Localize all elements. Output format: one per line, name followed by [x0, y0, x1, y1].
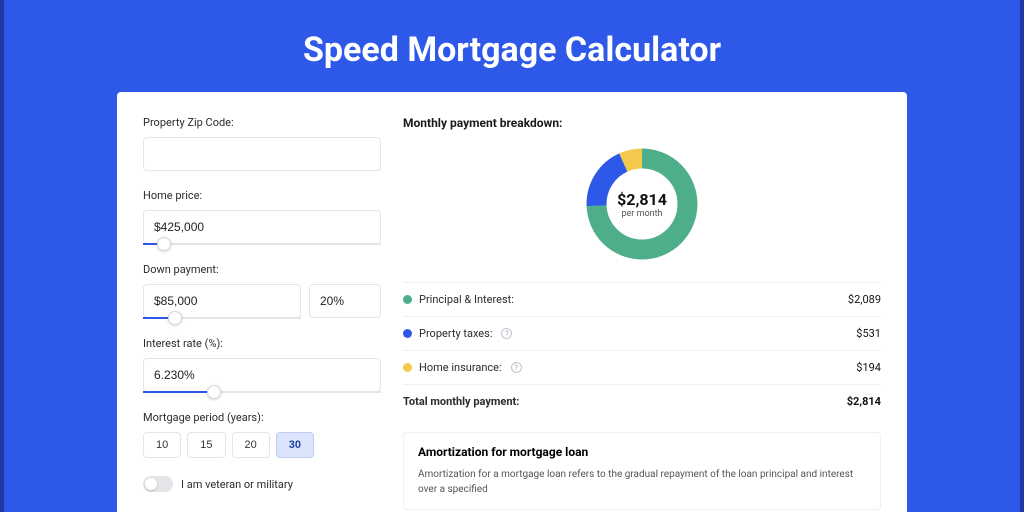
- legend-dot: [403, 329, 412, 338]
- interest-rate-slider-fill: [143, 391, 214, 393]
- down-payment-slider-thumb[interactable]: [168, 311, 182, 325]
- breakdown-panel: Monthly payment breakdown: $2,814 per mo…: [403, 116, 881, 512]
- donut-chart: $2,814 per month: [582, 144, 702, 264]
- period-pill-10[interactable]: 10: [143, 432, 181, 458]
- veteran-label: I am veteran or military: [181, 478, 293, 491]
- interest-rate-label: Interest rate (%):: [143, 337, 381, 350]
- interest-rate-slider[interactable]: [143, 391, 381, 393]
- legend-total-label: Total monthly payment:: [403, 395, 519, 408]
- zip-field: Property Zip Code:: [143, 116, 381, 171]
- zip-input[interactable]: [143, 137, 381, 171]
- legend-label: Property taxes:: [419, 327, 492, 340]
- mortgage-period-field: Mortgage period (years): 1015 2030: [143, 411, 381, 458]
- donut-chart-wrap: $2,814 per month: [403, 138, 881, 276]
- amortization-title: Amortization for mortgage loan: [418, 445, 866, 459]
- interest-rate-slider-thumb[interactable]: [207, 385, 221, 399]
- interest-rate-field: Interest rate (%):: [143, 337, 381, 393]
- period-pill-30[interactable]: 30: [276, 432, 314, 458]
- down-payment-label: Down payment:: [143, 263, 381, 276]
- info-icon[interactable]: ?: [511, 362, 522, 373]
- calculator-card: Property Zip Code: Home price: Down paym…: [117, 92, 907, 512]
- home-price-slider-thumb[interactable]: [157, 237, 171, 251]
- amortization-card: Amortization for mortgage loan Amortizat…: [403, 432, 881, 510]
- legend-value: $2,089: [848, 293, 881, 306]
- legend-value: $194: [856, 361, 881, 374]
- donut-sub: per month: [621, 209, 662, 219]
- legend-dot: [403, 363, 412, 372]
- legend-row: Property taxes:? $531: [403, 317, 881, 351]
- home-price-slider[interactable]: [143, 243, 381, 245]
- legend-label: Principal & Interest:: [419, 293, 514, 306]
- donut-value: $2,814: [617, 190, 667, 209]
- form-panel: Property Zip Code: Home price: Down paym…: [143, 116, 381, 512]
- down-payment-slider[interactable]: [143, 317, 301, 319]
- donut-center: $2,814 per month: [582, 144, 702, 264]
- legend: Principal & Interest: $2,089 Property taxe…: [403, 282, 881, 418]
- home-price-input[interactable]: [143, 210, 381, 244]
- amortization-body: Amortization for a mortgage loan refers …: [418, 467, 866, 497]
- period-pill-20[interactable]: 20: [232, 432, 270, 458]
- home-price-field: Home price:: [143, 189, 381, 245]
- veteran-toggle[interactable]: [143, 476, 173, 492]
- legend-row: Home insurance:? $194: [403, 351, 881, 385]
- legend-value: $531: [856, 327, 881, 340]
- down-payment-field: Down payment:: [143, 263, 381, 319]
- info-icon[interactable]: ?: [501, 328, 512, 339]
- interest-rate-input[interactable]: [143, 358, 381, 392]
- legend-total-value: $2,814: [847, 395, 881, 408]
- down-payment-input[interactable]: [143, 284, 301, 318]
- down-payment-pct-input[interactable]: [309, 284, 381, 318]
- mortgage-period-label: Mortgage period (years):: [143, 411, 381, 424]
- legend-dot: [403, 295, 412, 304]
- legend-total-row: Total monthly payment: $2,814: [403, 385, 881, 418]
- veteran-row: I am veteran or military: [143, 476, 381, 492]
- legend-row: Principal & Interest: $2,089: [403, 283, 881, 317]
- period-pill-15[interactable]: 15: [187, 432, 225, 458]
- home-price-label: Home price:: [143, 189, 381, 202]
- page-title: Speed Mortgage Calculator: [0, 0, 1024, 92]
- breakdown-title: Monthly payment breakdown:: [403, 116, 881, 130]
- mortgage-period-pills: 1015 2030: [143, 432, 381, 458]
- legend-label: Home insurance:: [419, 361, 502, 374]
- zip-label: Property Zip Code:: [143, 116, 381, 129]
